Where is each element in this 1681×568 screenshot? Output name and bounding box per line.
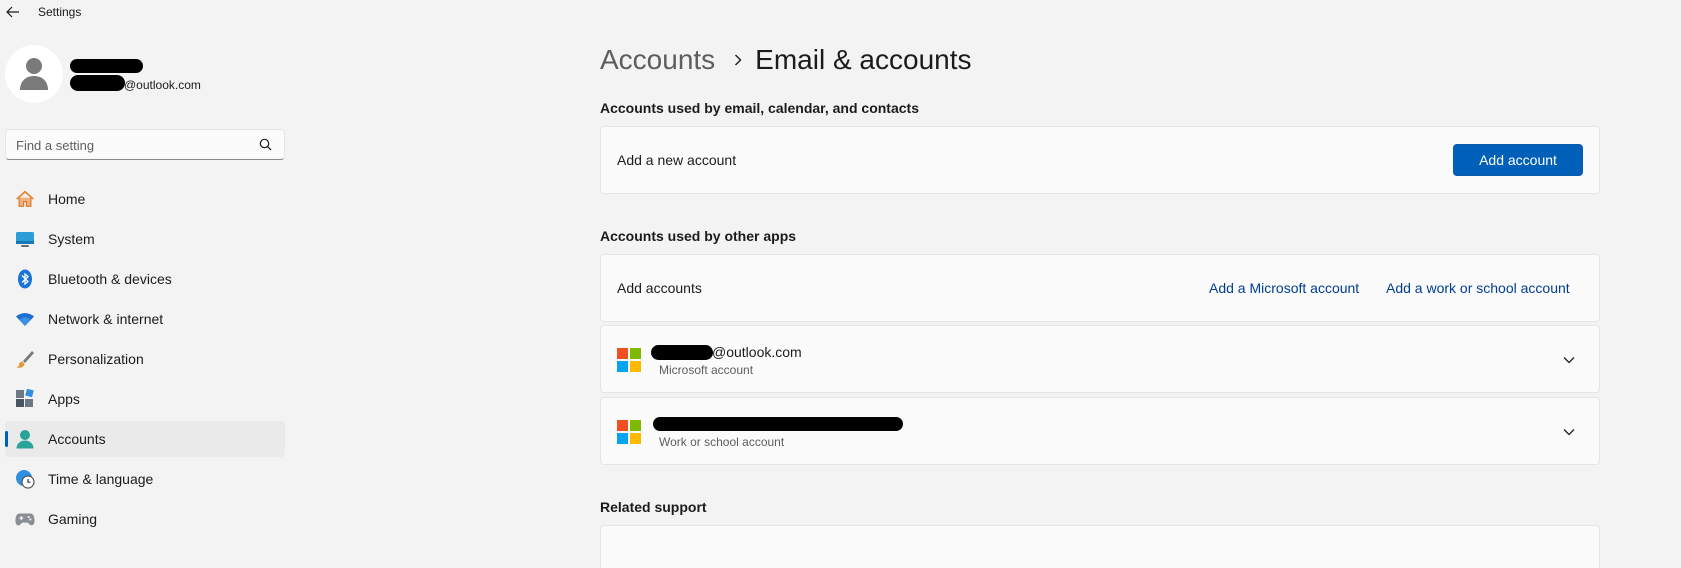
- sidebar-item-system[interactable]: System: [5, 221, 285, 257]
- add-microsoft-account-link[interactable]: Add a Microsoft account: [1209, 280, 1359, 296]
- home-icon: [15, 189, 35, 209]
- chevron-down-icon[interactable]: [1561, 352, 1577, 368]
- sidebar-item-label: Home: [48, 191, 86, 207]
- sidebar-item-personalization[interactable]: Personalization: [5, 341, 285, 377]
- sidebar-item-label: Time & language: [48, 471, 154, 487]
- sidebar-item-accounts[interactable]: Accounts: [5, 421, 285, 457]
- search-icon: [259, 138, 272, 151]
- add-accounts-label: Add accounts: [617, 280, 702, 296]
- clock-globe-icon: [15, 469, 35, 489]
- sidebar-item-label: Personalization: [48, 351, 144, 367]
- breadcrumb-parent[interactable]: Accounts: [600, 44, 715, 76]
- title-bar: Settings: [0, 0, 1681, 24]
- account-type: Microsoft account: [659, 363, 754, 377]
- redacted-account-name: [651, 345, 713, 360]
- section-title-other-apps: Accounts used by other apps: [600, 228, 797, 244]
- microsoft-logo-icon: [617, 348, 641, 372]
- account-row-work-school[interactable]: Work or school account: [600, 397, 1600, 465]
- accounts-icon: [15, 429, 35, 449]
- sidebar-item-label: Gaming: [48, 511, 98, 527]
- sidebar-item-home[interactable]: Home: [5, 181, 285, 217]
- apps-icon: [15, 389, 35, 409]
- bluetooth-icon: [15, 269, 35, 289]
- microsoft-logo-icon: [617, 420, 641, 444]
- sidebar-nav: Home System Bluetooth & devices Network …: [5, 181, 285, 541]
- gamepad-icon: [15, 509, 35, 529]
- search-box[interactable]: [5, 129, 285, 160]
- sidebar-item-label: Network & internet: [48, 311, 164, 327]
- wifi-icon: [15, 309, 35, 329]
- search-input[interactable]: [16, 136, 246, 154]
- redacted-profile-email: [70, 75, 125, 91]
- sidebar-item-apps[interactable]: Apps: [5, 381, 285, 417]
- back-arrow-icon: [6, 6, 19, 18]
- add-new-account-label: Add a new account: [617, 152, 737, 168]
- brush-icon: [15, 349, 35, 369]
- back-button[interactable]: [2, 3, 24, 21]
- account-type: Work or school account: [659, 435, 785, 449]
- sidebar-item-network[interactable]: Network & internet: [5, 301, 285, 337]
- chevron-down-icon[interactable]: [1561, 424, 1577, 440]
- add-work-school-account-link[interactable]: Add a work or school account: [1386, 280, 1570, 296]
- profile-email: @outlook.com: [124, 78, 201, 92]
- add-accounts-card: Add accounts Add a Microsoft account Add…: [600, 254, 1600, 322]
- related-support-card[interactable]: [600, 525, 1600, 568]
- person-icon: [20, 58, 48, 90]
- add-new-account-card: Add a new account Add account: [600, 126, 1600, 194]
- sidebar-item-label: Accounts: [48, 431, 106, 447]
- app-title: Settings: [38, 5, 82, 19]
- add-account-button[interactable]: Add account: [1453, 144, 1583, 176]
- sidebar-item-gaming[interactable]: Gaming: [5, 501, 285, 537]
- avatar[interactable]: [5, 45, 63, 103]
- account-name: @outlook.com: [712, 344, 802, 360]
- section-title-email-accounts: Accounts used by email, calendar, and co…: [600, 100, 919, 116]
- sidebar-item-bluetooth[interactable]: Bluetooth & devices: [5, 261, 285, 297]
- redacted-account-name: [653, 417, 903, 431]
- account-row-microsoft[interactable]: @outlook.com Microsoft account: [600, 325, 1600, 393]
- system-icon: [15, 229, 35, 249]
- page-title: Email & accounts: [755, 44, 972, 75]
- redacted-profile-name: [70, 59, 143, 73]
- sidebar-item-label: Apps: [48, 391, 80, 407]
- breadcrumb: Accounts Email & accounts: [600, 44, 972, 76]
- section-title-related-support: Related support: [600, 499, 707, 515]
- chevron-right-icon: [733, 53, 743, 67]
- sidebar-item-time-language[interactable]: Time & language: [5, 461, 285, 497]
- sidebar-item-label: Bluetooth & devices: [48, 271, 172, 287]
- sidebar-item-label: System: [48, 231, 95, 247]
